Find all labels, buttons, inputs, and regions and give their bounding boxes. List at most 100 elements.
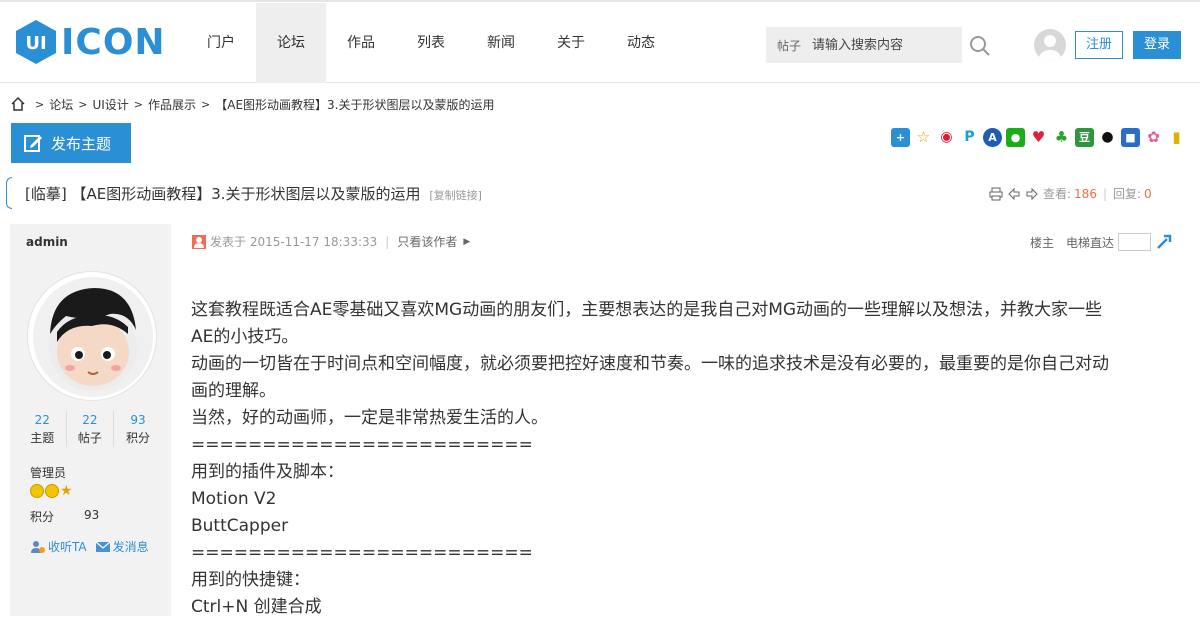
nav-item-news[interactable]: 新闻 [466, 3, 536, 83]
wechat-icon[interactable]: ● [1006, 128, 1025, 147]
breadcrumb-forum[interactable]: 论坛 [49, 96, 73, 113]
author-actions: 收听TA 发消息 [30, 538, 149, 555]
caret-right-icon: ▶ [463, 236, 471, 247]
nav-item-activity[interactable]: 动态 [606, 3, 676, 83]
nav-item-forum[interactable]: 论坛 [256, 3, 326, 83]
follow-label: 收听TA [48, 540, 87, 554]
register-button[interactable]: 注册 [1075, 31, 1123, 59]
qq-icon[interactable]: ● [1098, 128, 1117, 147]
follow-button[interactable]: 收听TA [30, 538, 87, 555]
plus-icon[interactable]: + [891, 128, 910, 147]
post-line: Motion V2 [191, 489, 277, 509]
home-icon[interactable] [10, 96, 26, 112]
user-avatar[interactable] [1034, 29, 1066, 61]
new-thread-button[interactable]: 发布主题 [11, 123, 131, 163]
rank-badges: ★ [30, 484, 74, 498]
credits-label: 积分 [30, 510, 55, 524]
breadcrumb-ui-design[interactable]: UI设计 [92, 96, 128, 113]
search-box: 帖子 [766, 27, 962, 63]
post-floor-tools: 楼主 电梯直达 [1030, 233, 1173, 251]
post-line: Ctrl+N 创建合成 [191, 597, 322, 617]
author-name[interactable]: admin [26, 235, 68, 249]
stat-posts[interactable]: 22 帖子 [67, 411, 115, 447]
stat-threads-label: 主题 [30, 431, 55, 445]
kaixin-icon[interactable]: ■ [1121, 128, 1140, 147]
post-line: ======================== [191, 435, 533, 455]
replies-count: 0 [1144, 186, 1152, 201]
svg-text:UI: UI [25, 33, 46, 54]
stat-threads[interactable]: 22 主题 [19, 411, 67, 447]
meta-divider: | [385, 234, 390, 249]
prev-thread-icon[interactable] [1007, 187, 1021, 201]
author-badge-icon [192, 234, 206, 249]
douban-icon[interactable]: 豆 [1075, 128, 1094, 147]
cartoon-avatar-icon [33, 277, 153, 397]
star-icon[interactable]: ☆ [914, 128, 933, 147]
new-thread-label: 发布主题 [51, 134, 112, 153]
breadcrumb-separator: > [78, 97, 88, 111]
site-logo[interactable]: UI ICON [15, 18, 166, 66]
floor-label: 楼主 [1030, 235, 1055, 250]
nav-item-about[interactable]: 关于 [536, 3, 606, 83]
flower-icon[interactable]: ✿ [1144, 128, 1163, 147]
stat-posts-label: 帖子 [77, 431, 102, 445]
copy-link[interactable]: [复制链接] [429, 189, 482, 202]
posted-time: 发表于 2015-11-17 18:33:33 [210, 235, 378, 249]
stats-divider: | [1102, 186, 1107, 201]
message-label: 发消息 [112, 540, 149, 554]
weibo-icon[interactable]: ◉ [937, 128, 956, 147]
stat-posts-value: 22 [82, 413, 98, 427]
go-icon[interactable] [1155, 233, 1173, 251]
post-line: ButtCapper [191, 516, 289, 536]
star-badge-icon: ★ [60, 483, 73, 499]
floor-jump-input[interactable] [1118, 233, 1152, 251]
views-label: 查看: [1043, 187, 1072, 201]
post-line: 动画的一切皆在于时间点和空间幅度，就必须要把控好速度和节奏。一味的追求技术是没有… [191, 354, 1109, 374]
only-author-link[interactable]: 只看该作者 [397, 233, 457, 250]
nav-item-works[interactable]: 作品 [326, 3, 396, 83]
mail-icon [95, 541, 110, 552]
author-credits: 积分 93 [30, 508, 99, 525]
login-button[interactable]: 登录 [1133, 31, 1181, 59]
stat-credits[interactable]: 93 积分 [114, 411, 162, 447]
author-stats: 22 主题 22 帖子 93 积分 [19, 411, 162, 447]
breadcrumb-works[interactable]: 作品展示 [148, 96, 196, 113]
message-button[interactable]: 发消息 [95, 538, 149, 555]
heart-icon[interactable]: ♥ [1029, 128, 1048, 147]
credits-value: 93 [84, 508, 100, 522]
stat-credits-label: 积分 [125, 431, 150, 445]
clover-icon[interactable]: ♣ [1052, 128, 1071, 147]
next-thread-icon[interactable] [1025, 187, 1039, 201]
author-rank[interactable]: 管理员 [30, 464, 66, 481]
nav-item-list[interactable]: 列表 [396, 3, 466, 83]
replies-label: 回复: [1113, 187, 1142, 201]
title-bracket [6, 177, 12, 209]
search-type-select[interactable]: 帖子 [766, 37, 812, 54]
smile-icon [30, 484, 44, 498]
breadcrumb-separator: > [133, 97, 143, 111]
author-avatar[interactable] [27, 271, 157, 401]
share-bar: + ☆ ◉ P A ● ♥ ♣ 豆 ● ■ ✿ ▮ [891, 128, 1186, 147]
post-line: 画的理解。 [191, 381, 276, 401]
site-header: UI ICON 门户 论坛 作品 列表 新闻 关于 动态 帖子 注册 登录 [0, 2, 1200, 83]
breadcrumb-thread[interactable]: 【AE图形动画教程】3.关于形状图层以及蒙版的运用 [215, 96, 494, 113]
bookmark-icon[interactable]: ▮ [1167, 128, 1186, 147]
post-meta: 发表于 2015-11-17 18:33:33 | 只看该作者 ▶ [191, 233, 470, 250]
print-icon[interactable] [989, 187, 1003, 201]
breadcrumb-separator: > [35, 97, 45, 111]
search-input[interactable] [812, 30, 952, 60]
thread-stats: 查看: 186 | 回复: 0 [989, 185, 1152, 202]
post-line: 用到的插件及脚本： [191, 462, 344, 482]
nav-item-portal[interactable]: 门户 [186, 3, 256, 83]
stat-threads-value: 22 [34, 413, 50, 427]
post-line: AE的小技巧。 [191, 327, 299, 347]
search-icon[interactable] [968, 34, 992, 58]
qq-space-icon[interactable]: P [960, 128, 979, 147]
post-line: ======================== [191, 543, 533, 563]
smile-icon [45, 484, 59, 498]
renren-icon[interactable]: A [983, 128, 1002, 147]
thread-title-text: [临摹] 【AE图形动画教程】3.关于形状图层以及蒙版的运用 [25, 185, 421, 203]
breadcrumb-separator: > [201, 97, 211, 111]
edit-icon [24, 135, 42, 152]
post-content: 这套教程既适合AE零基础又喜欢MG动画的朋友们，主要想表达的是我自己对MG动画的… [191, 297, 1181, 621]
